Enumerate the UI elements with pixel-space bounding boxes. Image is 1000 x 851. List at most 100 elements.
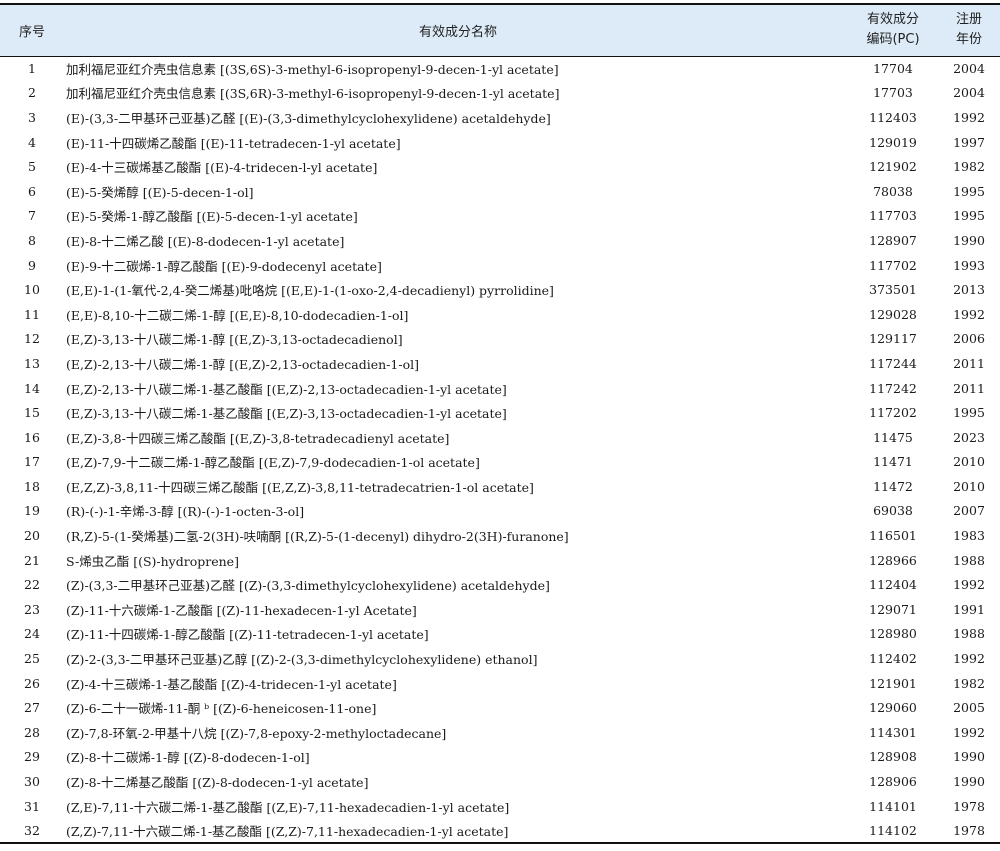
- cell-no: 5: [28, 159, 36, 175]
- active-ingredient-table: 序号 有效成分名称 有效成分 编码(PC) 注册 年份 1 加利福尼亚红介壳虫信息…: [0, 3, 1000, 844]
- cell-year: 1982: [953, 675, 985, 691]
- cell-code: 11475: [873, 429, 913, 445]
- cell-name: (R)-(-)-1-辛烯-3-醇 [(R)-(-)-1-octen-3-ol]: [66, 504, 305, 520]
- cell-no: 18: [24, 478, 40, 494]
- header-year-line2: 年份: [955, 32, 982, 48]
- cell-year: 1978: [953, 822, 985, 838]
- cell-year: 2006: [953, 331, 985, 347]
- table-row: 3 (E)-(3,3-二甲基环己亚基)乙醛 [(E)-(3,3-dimethylc…: [0, 105, 1000, 130]
- header-name: 有效成分名称: [418, 24, 497, 40]
- table-row: 28 (Z)-7,8-环氧-2-甲基十八烷 [(Z)-7,8-epoxy-2-me…: [0, 720, 1000, 745]
- table-row: 20 (R,Z)-5-(1-癸烯基)二氢-2(3H)-呋喃酮 [(R,Z)-5-(…: [0, 523, 1000, 548]
- header-code: 有效成分 编码(PC): [850, 4, 936, 56]
- cell-year: 1992: [953, 577, 985, 593]
- cell-name: (Z)-6-二十一碳烯-11-酮 ᵇ [(Z)-6-heneicosen-11-…: [66, 701, 377, 717]
- table-row: 9 (E)-9-十二碳烯-1-醇乙酸酯 [(E)-9-dodecenyl acet…: [0, 253, 1000, 278]
- table-row: 1 加利福尼亚红介壳虫信息素 [(3S,6S)-3-methyl-6-isopro…: [0, 56, 1000, 81]
- cell-year: 1992: [953, 109, 985, 125]
- cell-name: (Z)-7,8-环氧-2-甲基十八烷 [(Z)-7,8-epoxy-2-meth…: [66, 725, 447, 741]
- cell-no: 22: [24, 577, 40, 593]
- cell-no: 31: [24, 798, 40, 814]
- cell-year: 2004: [953, 85, 985, 101]
- cell-year: 1988: [953, 626, 985, 642]
- table-row: 17 (E,Z)-7,9-十二碳二烯-1-醇乙酸酯 [(E,Z)-7,9-dode…: [0, 450, 1000, 475]
- cell-year: 1983: [953, 528, 985, 544]
- table-row: 14 (E,Z)-2,13-十八碳二烯-1-基乙酸酯 [(E,Z)-2,13-oc…: [0, 376, 1000, 401]
- table-row: 27 (Z)-6-二十一碳烯-11-酮 ᵇ [(Z)-6-heneicosen-1…: [0, 695, 1000, 720]
- cell-name: (E)-5-癸烯-1-醇乙酸酯 [(E)-5-decen-1-yl acetat…: [66, 209, 358, 225]
- table-row: 23 (Z)-11-十六碳烯-1-乙酸酯 [(Z)-11-hexadecen-1-…: [0, 597, 1000, 622]
- cell-year: 1991: [953, 601, 985, 617]
- header-code-line1: 有效成分: [866, 12, 919, 28]
- table-body: 1 加利福尼亚红介壳虫信息素 [(3S,6S)-3-methyl-6-isopro…: [0, 56, 1000, 843]
- cell-no: 25: [24, 651, 40, 667]
- table-row: 12 (E,Z)-3,13-十八碳二烯-1-醇 [(E,Z)-3,13-octad…: [0, 327, 1000, 352]
- cell-year: 2023: [953, 429, 985, 445]
- cell-year: 1990: [953, 774, 985, 790]
- cell-code: 129060: [869, 700, 917, 716]
- cell-no: 8: [28, 232, 36, 248]
- cell-name: (E,Z)-7,9-十二碳二烯-1-醇乙酸酯 [(E,Z)-7,9-dodeca…: [66, 455, 480, 471]
- cell-year: 2011: [953, 355, 985, 371]
- cell-no: 32: [24, 822, 40, 838]
- cell-no: 9: [28, 257, 36, 273]
- table-row: 26 (Z)-4-十三碳烯-1-基乙酸酯 [(Z)-4-tridecen-1-yl…: [0, 671, 1000, 696]
- cell-code: 69038: [873, 503, 913, 519]
- cell-code: 128907: [869, 232, 917, 248]
- cell-no: 20: [24, 528, 40, 544]
- cell-code: 116501: [869, 528, 917, 544]
- cell-year: 1982: [953, 159, 985, 175]
- cell-code: 11471: [873, 454, 913, 470]
- cell-year: 2013: [953, 282, 985, 298]
- cell-year: 1993: [953, 257, 985, 273]
- cell-no: 2: [28, 85, 36, 101]
- table-row: 7 (E)-5-癸烯-1-醇乙酸酯 [(E)-5-decen-1-yl aceta…: [0, 204, 1000, 229]
- cell-name: 加利福尼亚红介壳虫信息素 [(3S,6R)-3-methyl-6-isoprop…: [66, 86, 560, 102]
- cell-name: (E)-9-十二碳烯-1-醇乙酸酯 [(E)-9-dodecenyl aceta…: [66, 258, 382, 274]
- cell-code: 128906: [869, 774, 917, 790]
- cell-no: 19: [24, 503, 40, 519]
- table-row: 11 (E,E)-8,10-十二碳二烯-1-醇 [(E,E)-8,10-dodec…: [0, 302, 1000, 327]
- table-row: 4 (E)-11-十四碳烯乙酸酯 [(E)-11-tetradecen-1-yl …: [0, 130, 1000, 155]
- table-row: 13 (E,Z)-2,13-十八碳二烯-1-醇 [(E,Z)-2,13-octad…: [0, 351, 1000, 376]
- table-row: 22 (Z)-(3,3-二甲基环己亚基)乙醛 [(Z)-(3,3-dimethyl…: [0, 572, 1000, 597]
- header-no: 序号: [18, 24, 45, 40]
- table-row: 15 (E,Z)-3,13-十八碳二烯-1-基乙酸酯 [(E,Z)-3,13-oc…: [0, 400, 1000, 425]
- cell-year: 2005: [953, 700, 985, 716]
- cell-no: 7: [28, 208, 36, 224]
- cell-name: S-烯虫乙酯 [(S)-hydroprene]: [66, 553, 239, 569]
- cell-no: 28: [24, 724, 40, 740]
- cell-no: 11: [24, 306, 40, 322]
- cell-no: 16: [24, 429, 40, 445]
- cell-code: 128966: [869, 552, 917, 568]
- cell-code: 114101: [869, 798, 917, 814]
- table-row: 19 (R)-(-)-1-辛烯-3-醇 [(R)-(-)-1-octen-3-ol…: [0, 499, 1000, 524]
- cell-code: 129019: [869, 134, 917, 150]
- cell-code: 11472: [873, 478, 913, 494]
- cell-code: 129071: [869, 601, 917, 617]
- table-row: 16 (E,Z)-3,8-十四碳三烯乙酸酯 [(E,Z)-3,8-tetradec…: [0, 425, 1000, 450]
- cell-no: 30: [24, 774, 40, 790]
- cell-code: 117244: [869, 355, 917, 371]
- cell-year: 2010: [953, 478, 985, 494]
- cell-no: 26: [24, 675, 40, 691]
- cell-name: (Z,Z)-7,11-十六碳二烯-1-基乙酸酯 [(Z,Z)-7,11-hexa…: [66, 823, 509, 839]
- cell-no: 21: [24, 552, 40, 568]
- cell-name: (E)-11-十四碳烯乙酸酯 [(E)-11-tetradecen-1-yl a…: [66, 135, 401, 151]
- table-row: 10 (E,E)-1-(1-氧代-2,4-癸二烯基)吡咯烷 [(E,E)-1-(1…: [0, 277, 1000, 302]
- cell-name: (E,Z)-3,13-十八碳二烯-1-醇 [(E,Z)-3,13-octadec…: [66, 332, 403, 348]
- cell-code: 121901: [869, 675, 917, 691]
- cell-name: (Z)-11-十六碳烯-1-乙酸酯 [(Z)-11-hexadecen-1-yl…: [66, 602, 417, 618]
- cell-name: 加利福尼亚红介壳虫信息素 [(3S,6S)-3-methyl-6-isoprop…: [66, 62, 559, 78]
- cell-code: 373501: [869, 282, 917, 298]
- cell-year: 2011: [953, 380, 985, 396]
- cell-name: (E,Z,Z)-3,8,11-十四碳三烯乙酸酯 [(E,Z,Z)-3,8,11-…: [66, 479, 534, 495]
- cell-code: 121902: [869, 159, 917, 175]
- cell-year: 1992: [953, 306, 985, 322]
- cell-year: 1992: [953, 651, 985, 667]
- cell-code: 117702: [869, 257, 917, 273]
- cell-name: (E)-(3,3-二甲基环己亚基)乙醛 [(E)-(3,3-dimethylcy…: [66, 110, 551, 126]
- cell-no: 4: [28, 134, 36, 150]
- table-row: 8 (E)-8-十二烯乙酸 [(E)-8-dodecen-1-yl acetate…: [0, 228, 1000, 253]
- table-row: 18 (E,Z,Z)-3,8,11-十四碳三烯乙酸酯 [(E,Z,Z)-3,8,1…: [0, 474, 1000, 499]
